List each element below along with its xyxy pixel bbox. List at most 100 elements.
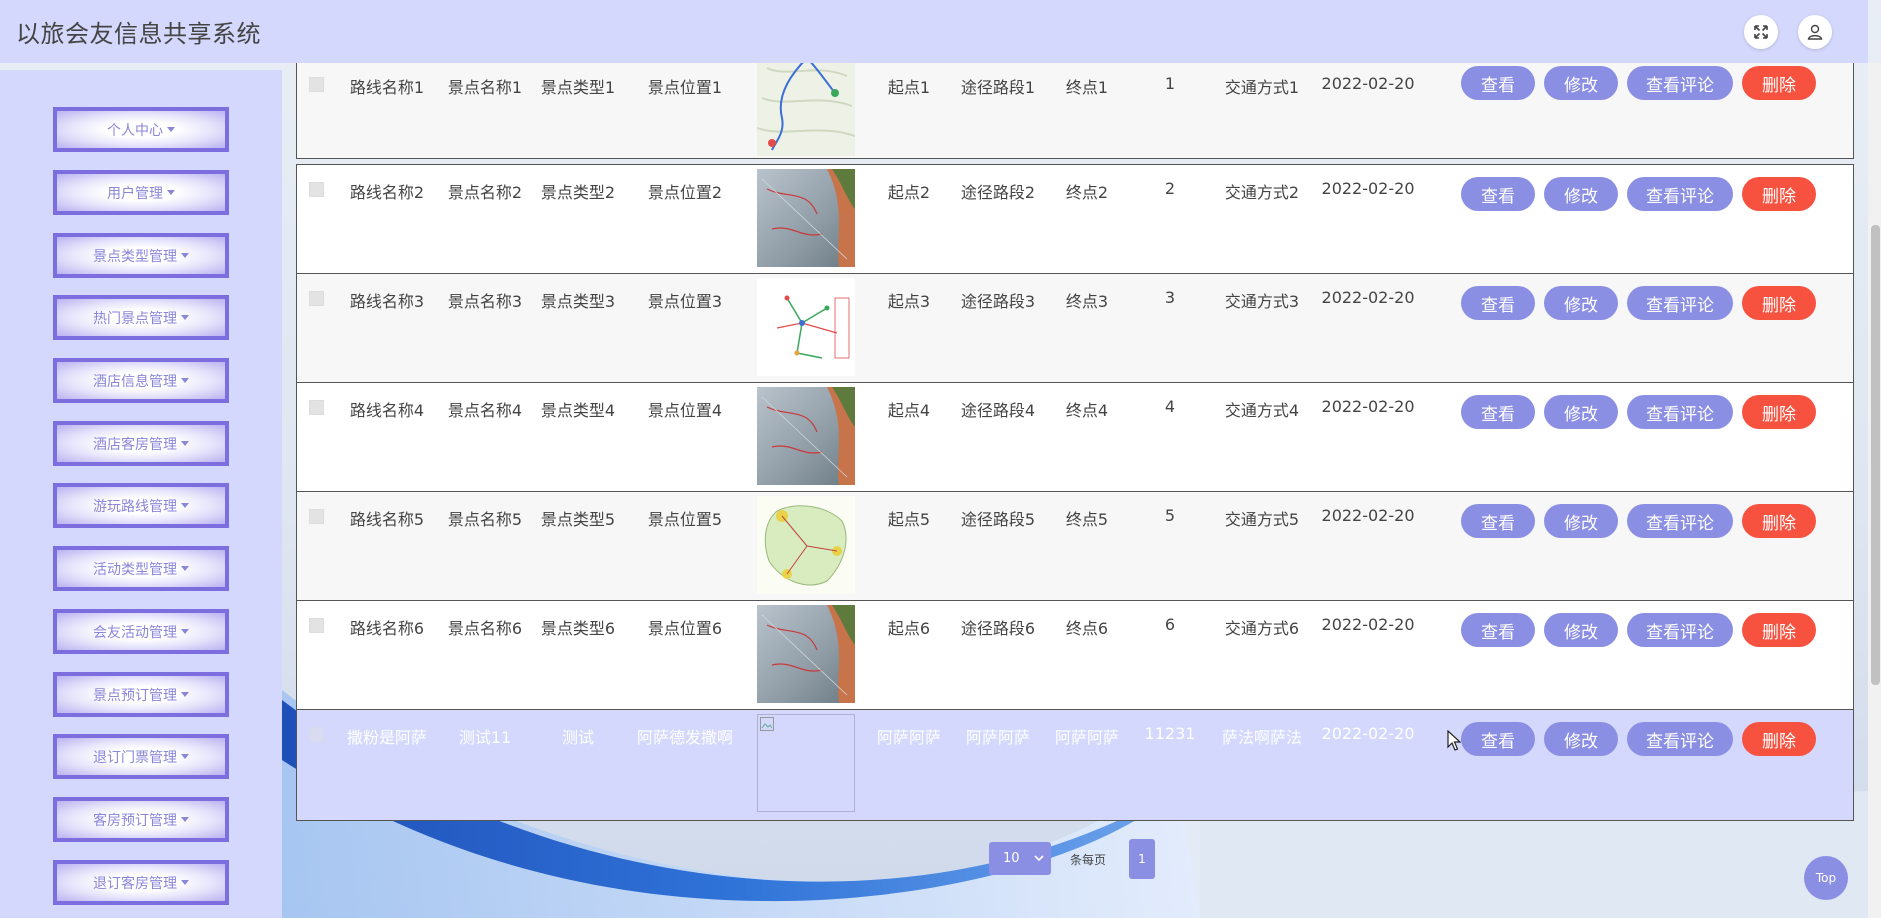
- comment-button[interactable]: 查看评论: [1627, 286, 1733, 320]
- delete-button[interactable]: 删除: [1742, 286, 1816, 320]
- cell-location: 景点位置2: [647, 183, 723, 202]
- delete-button[interactable]: 删除: [1742, 504, 1816, 538]
- route-map-image: [757, 58, 855, 156]
- sidebar-item-user-management[interactable]: 用户管理: [53, 170, 229, 215]
- table-row: 路线名称4 景点名称4 景点类型4 景点位置4 起点4 途径路段4 终点4 4 交通方式4 202…: [296, 382, 1854, 492]
- sidebar-item-activity-type[interactable]: 活动类型管理: [53, 546, 229, 591]
- cell-location: 景点位置3: [647, 292, 723, 311]
- comment-button[interactable]: 查看评论: [1627, 613, 1733, 647]
- row-checkbox[interactable]: [309, 291, 324, 306]
- cell-type: 景点类型2: [540, 183, 616, 202]
- cell-num: 2: [1164, 179, 1176, 198]
- sidebar-item-tour-routes[interactable]: 游玩路线管理: [53, 483, 229, 528]
- delete-button[interactable]: 删除: [1742, 395, 1816, 429]
- edit-button[interactable]: 修改: [1544, 286, 1618, 320]
- sidebar-item-hotel-info[interactable]: 酒店信息管理: [53, 358, 229, 403]
- delete-button[interactable]: 删除: [1742, 66, 1816, 100]
- sidebar-item-spot-booking[interactable]: 景点预订管理: [53, 672, 229, 717]
- page-number-button[interactable]: 1: [1129, 839, 1155, 879]
- row-checkbox[interactable]: [309, 77, 324, 92]
- row-checkbox[interactable]: [309, 618, 324, 633]
- cell-start: 起点5: [887, 510, 931, 529]
- cell-start: 起点4: [887, 401, 931, 420]
- mouse-cursor-icon: [1447, 730, 1461, 751]
- top-header: 以旅会友信息共享系统: [0, 0, 1868, 63]
- sidebar-item-member-activity[interactable]: 会友活动管理: [53, 609, 229, 654]
- delete-button[interactable]: 删除: [1742, 613, 1816, 647]
- edit-button[interactable]: 修改: [1544, 66, 1618, 100]
- cell-spot: 景点名称4: [447, 401, 523, 420]
- edit-button[interactable]: 修改: [1544, 722, 1618, 756]
- comment-button[interactable]: 查看评论: [1627, 177, 1733, 211]
- cell-via: 途径路段2: [960, 183, 1036, 202]
- comment-button[interactable]: 查看评论: [1627, 66, 1733, 100]
- broken-image: [757, 714, 855, 812]
- route-map-image: [757, 496, 855, 594]
- sidebar-item-hot-spots[interactable]: 热门景点管理: [53, 295, 229, 340]
- view-button[interactable]: 查看: [1461, 395, 1535, 429]
- cell-start: 起点1: [887, 78, 931, 97]
- view-button[interactable]: 查看: [1461, 504, 1535, 538]
- cell-route: 路线名称5: [349, 510, 425, 529]
- edit-button[interactable]: 修改: [1544, 177, 1618, 211]
- sidebar-item-personal-center[interactable]: 个人中心: [53, 107, 229, 152]
- sidebar-item-hotel-rooms[interactable]: 酒店客房管理: [53, 421, 229, 466]
- sidebar-item-label: 退订门票管理: [93, 749, 177, 766]
- cell-transport: 交通方式5: [1224, 510, 1300, 529]
- sidebar-item-label: 会友活动管理: [93, 624, 177, 641]
- cell-date: 2022-02-20: [1321, 74, 1415, 93]
- table-row: 路线名称3 景点名称3 景点类型3 景点位置3 起点3 途径路段3 终点3 3 交通方式3 202…: [296, 273, 1854, 383]
- fullscreen-button[interactable]: [1744, 14, 1778, 49]
- cell-route: 路线名称2: [349, 183, 425, 202]
- cell-type: 景点类型3: [540, 292, 616, 311]
- page-size-select[interactable]: 10: [989, 842, 1051, 875]
- edit-button[interactable]: 修改: [1544, 395, 1618, 429]
- view-button[interactable]: 查看: [1461, 66, 1535, 100]
- cell-route: 撒粉是阿萨: [346, 728, 428, 747]
- view-button[interactable]: 查看: [1461, 177, 1535, 211]
- cell-type: 景点类型1: [540, 78, 616, 97]
- row-checkbox[interactable]: [309, 727, 324, 742]
- cell-transport: 交通方式6: [1224, 619, 1300, 638]
- cell-spot: 测试11: [458, 728, 512, 747]
- cell-date: 2022-02-20: [1321, 615, 1415, 634]
- view-button[interactable]: 查看: [1461, 722, 1535, 756]
- row-checkbox[interactable]: [309, 509, 324, 524]
- user-button[interactable]: [1798, 14, 1832, 49]
- cell-via: 阿萨阿萨: [965, 728, 1031, 747]
- back-to-top-button[interactable]: Top: [1804, 856, 1848, 900]
- cell-date: 2022-02-20: [1321, 179, 1415, 198]
- cell-num: 5: [1164, 506, 1176, 525]
- cell-start: 起点6: [887, 619, 931, 638]
- sidebar-item-room-booking[interactable]: 客房预订管理: [53, 797, 229, 842]
- cell-end: 终点5: [1065, 510, 1109, 529]
- cell-end: 终点4: [1065, 401, 1109, 420]
- edit-button[interactable]: 修改: [1544, 504, 1618, 538]
- cell-location: 景点位置1: [647, 78, 723, 97]
- cell-via: 途径路段4: [960, 401, 1036, 420]
- delete-button[interactable]: 删除: [1742, 722, 1816, 756]
- sidebar: 个人中心 用户管理 景点类型管理 热门景点管理 酒店信息管理 酒店客房管理 游玩…: [0, 70, 282, 918]
- caret-down-icon: [181, 754, 189, 759]
- cell-location: 景点位置5: [647, 510, 723, 529]
- comment-button[interactable]: 查看评论: [1627, 395, 1733, 429]
- edit-button[interactable]: 修改: [1544, 613, 1618, 647]
- delete-button[interactable]: 删除: [1742, 177, 1816, 211]
- sidebar-item-room-refund[interactable]: 退订客房管理: [53, 860, 229, 905]
- view-button[interactable]: 查看: [1461, 613, 1535, 647]
- cell-transport: 交通方式2: [1224, 183, 1300, 202]
- sidebar-item-spot-type[interactable]: 景点类型管理: [53, 233, 229, 278]
- scrollbar-thumb[interactable]: [1871, 225, 1880, 685]
- view-button[interactable]: 查看: [1461, 286, 1535, 320]
- table-row: 撒粉是阿萨 测试11 测试 阿萨德发撒啊 阿萨阿萨 阿萨阿萨 阿萨阿萨 11231 萨法啊萨法 2…: [296, 709, 1854, 821]
- row-checkbox[interactable]: [309, 400, 324, 415]
- cell-num: 3: [1164, 288, 1176, 307]
- row-checkbox[interactable]: [309, 182, 324, 197]
- cell-transport: 交通方式1: [1224, 78, 1300, 97]
- cell-start: 起点2: [887, 183, 931, 202]
- comment-button[interactable]: 查看评论: [1627, 504, 1733, 538]
- cell-spot: 景点名称6: [447, 619, 523, 638]
- sidebar-item-ticket-refund[interactable]: 退订门票管理: [53, 734, 229, 779]
- comment-button[interactable]: 查看评论: [1627, 722, 1733, 756]
- sidebar-item-label: 酒店信息管理: [93, 373, 177, 390]
